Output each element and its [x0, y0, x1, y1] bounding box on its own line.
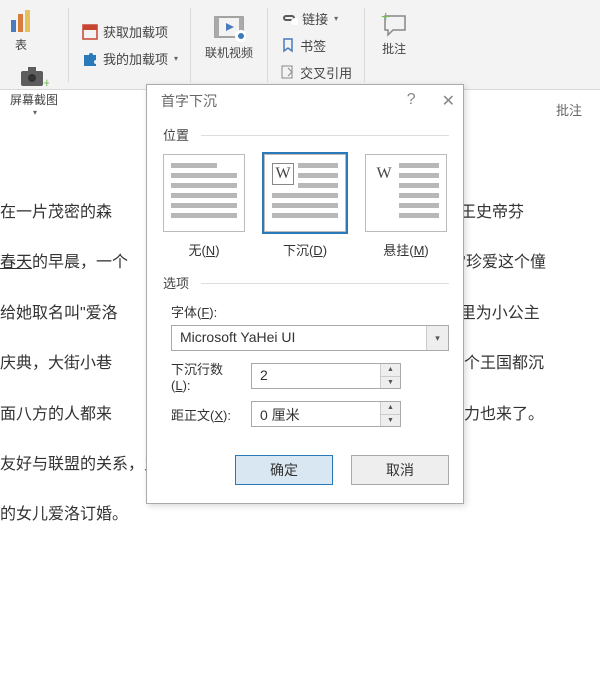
font-combobox[interactable]: Microsoft YaHei UI ▾	[171, 325, 449, 351]
online-video-button[interactable]: 联机视频	[201, 12, 257, 63]
spin-down-icon[interactable]: ▼	[381, 415, 400, 427]
camera-icon: +	[19, 65, 49, 89]
chevron-down-icon: ▾	[334, 14, 338, 23]
online-video-label: 联机视频	[205, 44, 253, 61]
crossref-icon	[280, 64, 296, 80]
comment-button[interactable]: + 批注	[375, 10, 413, 59]
puzzle-icon	[81, 50, 99, 68]
get-addins-button[interactable]: 获取加载项	[79, 19, 180, 44]
font-label: 字体(F):	[161, 302, 241, 321]
screenshot-button[interactable]: + 屏幕截图 ▾	[6, 63, 62, 119]
distance-label: 距正文(X):	[161, 405, 241, 424]
lines-spinner[interactable]: 2 ▲▼	[251, 363, 401, 389]
spin-up-icon[interactable]: ▲	[381, 364, 400, 377]
chart-icon	[10, 10, 32, 34]
video-icon	[212, 14, 246, 42]
cancel-button[interactable]: 取消	[351, 455, 449, 485]
distance-spinner[interactable]: 0 厘米 ▲▼	[251, 401, 401, 427]
bookmark-icon	[280, 37, 296, 53]
lines-value: 2	[252, 364, 380, 388]
svg-text:+: +	[43, 75, 49, 89]
close-button[interactable]: ✕	[442, 91, 455, 111]
crossref-button[interactable]: 交叉引用	[278, 60, 354, 85]
crossref-label: 交叉引用	[300, 63, 352, 82]
position-section-label: 位置	[163, 125, 449, 144]
comment-label: 批注	[382, 40, 406, 57]
options-section-label: 选项	[163, 273, 449, 292]
chart-label: 表	[15, 36, 27, 53]
my-addins-label: 我的加载项	[103, 49, 168, 68]
lines-label: 下沉行数(L):	[161, 359, 241, 393]
spin-down-icon[interactable]: ▼	[381, 377, 400, 389]
link-icon	[280, 11, 298, 25]
position-dropped[interactable]: W 下沉(D)	[264, 154, 346, 259]
help-button[interactable]: ?	[407, 91, 416, 111]
svg-text:+: +	[381, 12, 390, 26]
font-value: Microsoft YaHei UI	[172, 326, 426, 350]
dropcap-dialog: 首字下沉 ? ✕ 位置 无(N) W	[146, 84, 464, 504]
distance-value: 0 厘米	[252, 402, 380, 426]
ok-button[interactable]: 确定	[235, 455, 333, 485]
position-margin[interactable]: W 悬挂(M)	[365, 154, 447, 259]
comment-group-label: 批注	[556, 100, 582, 119]
position-none[interactable]: 无(N)	[163, 154, 245, 259]
dialog-title: 首字下沉	[161, 91, 217, 111]
link-label: 链接	[302, 9, 328, 28]
chevron-down-icon: ▾	[174, 54, 178, 63]
spin-up-icon[interactable]: ▲	[381, 402, 400, 415]
chart-button[interactable]: 表	[6, 8, 36, 55]
get-addins-label: 获取加载项	[103, 22, 168, 41]
bookmark-label: 书签	[300, 36, 326, 55]
screenshot-label: 屏幕截图	[10, 91, 58, 108]
store-icon	[81, 23, 99, 41]
chevron-down-icon[interactable]: ▾	[426, 326, 448, 350]
chevron-down-icon: ▾	[33, 108, 37, 117]
bookmark-button[interactable]: 书签	[278, 33, 354, 58]
ribbon: 表 + 屏幕截图 ▾ 获取加载项 我的加载项 ▾ 联机视频 链接 ▾	[0, 0, 600, 90]
link-button[interactable]: 链接 ▾	[278, 6, 354, 31]
my-addins-button[interactable]: 我的加载项 ▾	[79, 46, 180, 71]
comment-icon: +	[379, 12, 409, 38]
